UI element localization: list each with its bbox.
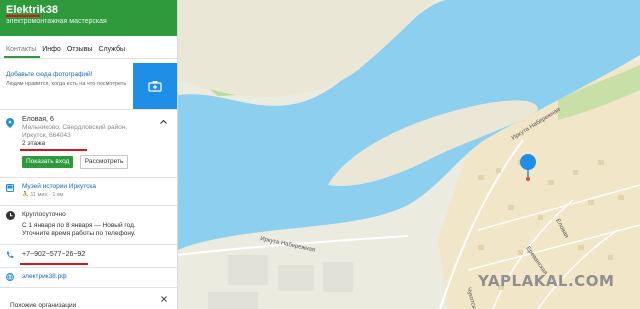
hours-note: С 1 января по 8 января — Новый год. Уточ… <box>22 222 136 237</box>
tab-info[interactable]: Инфо <box>40 46 65 58</box>
org-card-panel: Elektrik38 электромонтажная мастерская К… <box>0 0 178 309</box>
address-section: Еловая, 6 Мельниково, Свердловский район… <box>0 116 177 169</box>
add-photo-block: Добавьте сюда фотографий! Людям нравится… <box>0 63 177 110</box>
map-view[interactable]: Иркута Набережная Иркута Набережная Елов… <box>178 0 640 309</box>
add-photo-hint: Людям нравится, когда есть на что посмот… <box>6 81 127 87</box>
add-photo-link[interactable]: Добавьте сюда фотографий! <box>6 71 127 78</box>
tab-services[interactable]: Службы <box>96 46 129 58</box>
map-canvas[interactable]: Иркута Набережная Иркута Набережная Елов… <box>178 0 640 309</box>
org-header: Elektrik38 электромонтажная мастерская <box>0 0 177 36</box>
transit-walk-time: 11 мин · 1 км <box>30 192 64 198</box>
address-city: Иркутск, 664043 <box>22 132 71 139</box>
transit-section: Музей истории Иркутска ⛹ 11 мин · 1 км <box>0 183 177 199</box>
consider-button[interactable]: Рассмотреть <box>79 155 129 169</box>
org-tabs: Контакты Инфо Отзывы Службы <box>0 36 177 59</box>
location-pin-icon <box>6 118 14 128</box>
close-icon[interactable] <box>161 296 167 302</box>
phone-section: +7−902−577−26−92 <box>0 251 177 259</box>
website-link[interactable]: электрик38.рф <box>22 273 177 281</box>
add-photo-button[interactable] <box>133 63 177 109</box>
clock-icon <box>6 211 15 220</box>
tab-contacts[interactable]: Контакты <box>4 46 41 58</box>
camera-plus-icon <box>148 81 162 92</box>
globe-icon <box>6 273 14 281</box>
transit-stop-link[interactable]: Музей истории Иркутска <box>22 183 177 191</box>
address-district: Мельниково, Свердловский район, <box>22 124 128 131</box>
website-section: электрик38.рф <box>0 273 177 281</box>
similar-orgs-label: Похожие организации <box>10 302 77 309</box>
phone-number[interactable]: +7−902−577−26−92 <box>22 251 177 259</box>
address-floors: 2 этажа <box>22 140 46 147</box>
similar-orgs-row[interactable]: Похожие организации <box>0 288 177 309</box>
hours-section: Круглосуточно С 1 января по 8 января — Н… <box>0 211 177 238</box>
show-entrance-button[interactable]: Показать вход <box>22 156 74 168</box>
org-category: электромонтажная мастерская <box>6 18 107 25</box>
phone-icon <box>6 251 14 258</box>
walk-icon: ⛹ <box>22 192 29 198</box>
address-street: Еловая, 6 <box>22 116 54 123</box>
watermark-text: YAPLAKAL.COM <box>478 272 615 290</box>
chevron-up-icon[interactable] <box>160 119 167 124</box>
tab-reviews[interactable]: Отзывы <box>65 46 97 58</box>
hours-status: Круглосуточно <box>22 211 66 218</box>
bus-icon <box>6 184 14 192</box>
